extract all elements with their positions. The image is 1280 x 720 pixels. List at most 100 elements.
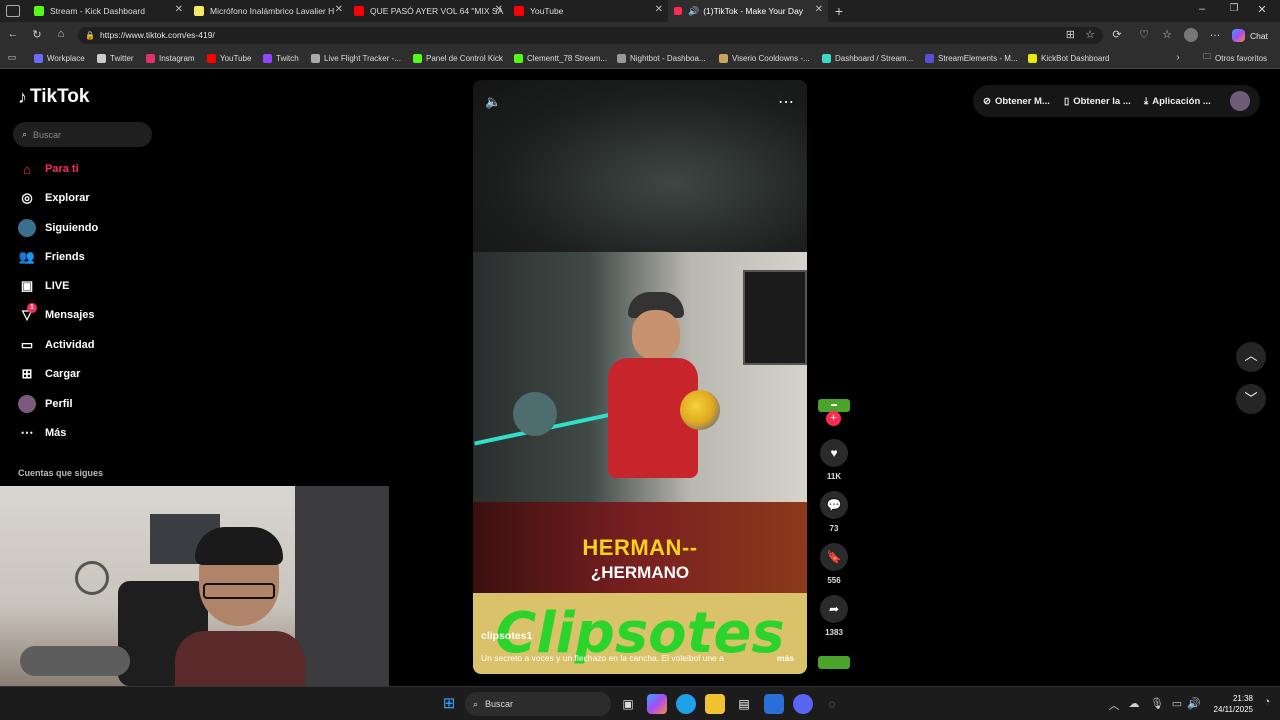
show-hidden-icons[interactable]: ︿ <box>1108 697 1120 713</box>
next-video-button[interactable]: ﹀ <box>1236 384 1266 414</box>
bookmark-nightbot[interactable]: Nightbot - Dashboa... <box>617 50 706 66</box>
profile-avatar[interactable] <box>1184 28 1198 42</box>
app-icon[interactable]: ◌ <box>822 694 842 714</box>
copilot-icon[interactable] <box>647 694 667 714</box>
bookmark-instagram[interactable]: Instagram <box>146 50 195 66</box>
favorite-star-icon[interactable]: ☆ <box>1085 27 1095 44</box>
bookmark-dashboard-stream[interactable]: Dashboard / Stream... <box>822 50 913 66</box>
close-tab-icon[interactable]: ✕ <box>655 4 663 15</box>
speaker-icon[interactable]: 🔊 <box>688 6 699 17</box>
dashboard-icon <box>822 53 831 63</box>
bookmark-viserio[interactable]: Viserio Cooldowns -... <box>719 50 810 66</box>
close-tab-icon[interactable]: ✕ <box>335 4 343 15</box>
minimize-icon[interactable]: – <box>1195 3 1209 15</box>
get-app-button[interactable]: ▯ Obtener la ... <box>1064 87 1131 115</box>
streamer <box>175 527 305 686</box>
bookmark-twitter[interactable]: Twitter <box>97 50 134 66</box>
refresh-icon[interactable]: ↻ <box>30 28 44 41</box>
bookmark-youtube[interactable]: YouTube <box>207 50 251 66</box>
get-coins-button[interactable]: ⊘ Obtener M... <box>983 87 1050 115</box>
store-icon[interactable]: ▤ <box>734 694 754 714</box>
taskbar-search[interactable]: ⌕ Buscar <box>465 692 611 716</box>
nav-actividad[interactable]: ▭ Actividad <box>18 335 95 355</box>
music-disc[interactable] <box>818 656 850 669</box>
description-more-link[interactable]: más <box>777 653 794 663</box>
volume-icon[interactable]: 🔈 <box>485 94 501 110</box>
back-icon[interactable]: ← <box>6 28 20 40</box>
follow-plus-icon[interactable]: + <box>826 411 841 426</box>
share-button[interactable]: ➦ 1383 <box>819 595 849 637</box>
bookmark-streamelements[interactable]: StreamElements - M... <box>925 50 1018 66</box>
nav-cargar[interactable]: ⊞ Cargar <box>18 364 81 384</box>
tiktok-wordmark: TikTok <box>30 86 90 107</box>
new-tab-icon[interactable]: + <box>832 3 846 19</box>
edge-icon[interactable] <box>676 694 696 714</box>
nav-para-ti[interactable]: ⌂ Para ti <box>18 159 79 179</box>
previous-video-button[interactable]: ︿ <box>1236 342 1266 372</box>
notifications-icon[interactable]: ◔ <box>1260 696 1274 708</box>
close-tab-icon[interactable]: ✕ <box>815 4 823 15</box>
tab-actions-icon[interactable] <box>6 5 20 17</box>
favorites-icon[interactable]: ☆ <box>1160 28 1174 41</box>
file-explorer-icon[interactable] <box>705 694 725 714</box>
bookmark-kick-panel[interactable]: Panel de Control Kick <box>413 50 503 66</box>
address-bar[interactable]: 🔒 https://www.tiktok.com/es-419/ ⊞ ☆ <box>78 27 1103 44</box>
notification-badge: 1 <box>27 303 37 313</box>
phone-icon: ▯ <box>1064 95 1070 107</box>
network-icon[interactable]: ▭ <box>1170 697 1184 710</box>
discord-icon[interactable] <box>793 694 813 714</box>
settings-menu-icon[interactable]: … <box>1208 27 1222 39</box>
bookmark-twitch[interactable]: Twitch <box>263 50 299 66</box>
tab-youtube[interactable]: YouTube ✕ <box>508 0 668 22</box>
nav-siguiendo[interactable]: Siguiendo <box>18 218 98 238</box>
tab-que-paso[interactable]: QUE PASÓ AYER VOL 64 "MIX SA ✕ <box>348 0 508 22</box>
bookmark-kickbot[interactable]: KickBot Dashboard <box>1028 50 1109 66</box>
onedrive-icon[interactable]: ☁ <box>1127 697 1141 710</box>
volume-icon[interactable]: 🔊 <box>1187 697 1201 710</box>
nav-mensajes[interactable]: ▽ 1 Mensajes <box>18 303 95 325</box>
other-favorites[interactable]: 🗀 Otros favoritos <box>1203 50 1267 66</box>
close-tab-icon[interactable]: ✕ <box>175 4 183 15</box>
copilot-chat-button[interactable]: Chat <box>1232 27 1268 44</box>
comment-button[interactable]: 💬 73 <box>819 491 849 533</box>
tab-kick-dashboard[interactable]: Stream - Kick Dashboard ✕ <box>28 0 188 22</box>
video-author[interactable]: clipsotes1 <box>481 630 532 642</box>
nightbot-icon <box>617 53 626 63</box>
chevron-right-icon[interactable]: › <box>1173 52 1183 63</box>
video-player[interactable]: HERMAN-- ¿HERMANO Clipsotes 🔈 ⋯ clipsote… <box>473 80 807 674</box>
bookmark-flight-tracker[interactable]: Live Flight Tracker -... <box>311 50 401 66</box>
microphone-icon[interactable]: 🎙 <box>1150 697 1164 710</box>
desktop-app-button[interactable]: ⤓ Aplicación ... <box>1144 87 1211 115</box>
close-tab-icon[interactable]: ✕ <box>495 4 503 15</box>
nav-perfil[interactable]: Perfil <box>18 394 73 414</box>
bookmark-label: KickBot Dashboard <box>1041 53 1110 63</box>
nav-live[interactable]: ▣ LIVE <box>18 276 70 296</box>
restore-icon[interactable]: ❐ <box>1227 3 1241 14</box>
collections-icon[interactable]: ▭ <box>6 52 18 63</box>
extensions-icon[interactable]: ⟳ <box>1110 28 1124 41</box>
user-avatar[interactable] <box>1230 91 1250 111</box>
nav-mas[interactable]: ⋯ Más <box>18 423 67 443</box>
windows-start-icon[interactable]: ⊞ <box>439 694 459 714</box>
nav-friends[interactable]: 👥 Friends <box>18 247 85 267</box>
tiktok-logo[interactable]: ♪ TikTok <box>18 86 89 108</box>
nav-explorar[interactable]: ◎ Explorar <box>18 188 89 208</box>
search-box[interactable]: ⌕ Buscar <box>13 122 152 147</box>
tab-microfono[interactable]: Micrófono Inalámbrico Lavalier H ✕ <box>188 0 348 22</box>
app-available-icon[interactable]: ⊞ <box>1066 27 1075 44</box>
mail-icon[interactable] <box>764 694 784 714</box>
close-window-icon[interactable]: ✕ <box>1255 3 1269 16</box>
bookmark-clementt[interactable]: Clementt_78 Stream... <box>514 50 607 66</box>
browser-essentials-icon[interactable]: ♡ <box>1137 28 1151 41</box>
tab-tiktok[interactable]: 🔊 (1)TikTok - Make Your Day ✕ <box>668 0 828 22</box>
bookmark-label: Nightbot - Dashboa... <box>630 53 706 63</box>
streamer-shirt <box>175 631 305 686</box>
like-button[interactable]: ♥ 11K <box>819 439 849 481</box>
bookmark-workplace[interactable]: Workplace <box>34 50 85 66</box>
clock[interactable]: 21:38 24/11/2025 <box>1205 693 1253 715</box>
task-view-icon[interactable]: ▣ <box>618 694 638 714</box>
save-button[interactable]: 🔖 556 <box>819 543 849 585</box>
more-options-icon[interactable]: ⋯ <box>777 92 795 112</box>
cat <box>20 646 130 676</box>
home-icon[interactable]: ⌂ <box>54 28 68 40</box>
